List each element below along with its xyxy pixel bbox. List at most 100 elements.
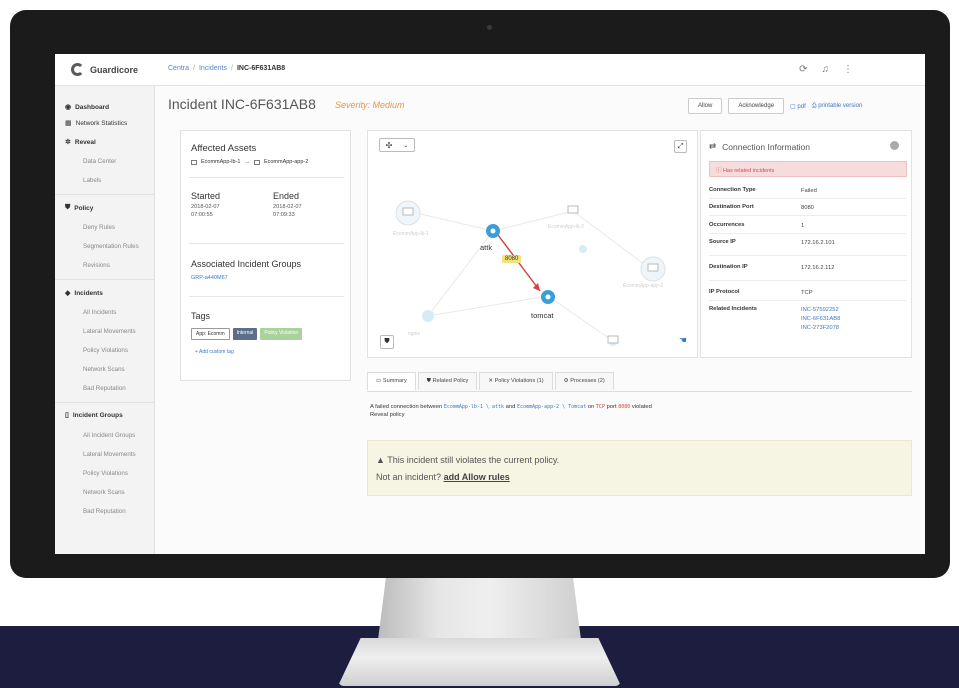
sidebar-item-group-policy-violations[interactable]: Policy Violations bbox=[83, 470, 128, 477]
add-custom-tag-link[interactable]: + Add custom tag bbox=[195, 349, 234, 355]
screen: Guardicore Centra / Incidents / INC-6F63… bbox=[55, 54, 925, 554]
source-asset[interactable]: EcommApp-lb-1 bbox=[201, 159, 240, 165]
tab-policy-violations[interactable]: ✕ Policy Violations (1) bbox=[479, 372, 553, 390]
related-incident-link[interactable]: INC-57592252 bbox=[801, 306, 839, 314]
summary-source[interactable]: EcommApp-lb-1 \ attk bbox=[444, 404, 504, 410]
sidebar-item-network-statistics[interactable]: ▦ Network Statistics bbox=[65, 119, 127, 128]
sidebar-item-policy-violations[interactable]: Policy Violations bbox=[83, 347, 128, 354]
guardicore-logo-icon bbox=[71, 63, 84, 76]
monitor-icon bbox=[253, 159, 260, 165]
related-incidents-alert: ⓘ Has related incidents bbox=[709, 161, 907, 177]
brand-name: Guardicore bbox=[90, 64, 139, 75]
ended-date: 2018-02-07 bbox=[273, 204, 302, 210]
tags-list: App: Ecomm Internal Policy Violation bbox=[191, 328, 303, 340]
sidebar-item-all-incident-groups[interactable]: All Incident Groups bbox=[83, 432, 135, 439]
incident-group-link[interactable]: GRP-a440M67 bbox=[191, 275, 228, 281]
tab-processes[interactable]: ⚙ Processes (2) bbox=[554, 372, 614, 390]
started-date: 2018-02-07 bbox=[191, 204, 220, 210]
dashboard-icon: ◉ bbox=[65, 104, 72, 111]
expand-graph-button[interactable]: ⤢ bbox=[674, 140, 687, 153]
sidebar-item-incidents[interactable]: ◆ Incidents bbox=[65, 289, 103, 298]
asset-flow: EcommApp-lb-1 → EcommApp-app-2 bbox=[191, 159, 308, 165]
arrow-right-icon: → bbox=[244, 159, 250, 165]
allow-button[interactable]: Allow bbox=[688, 98, 723, 114]
graph-node-attk[interactable]: attk bbox=[480, 243, 492, 252]
printable-version-button[interactable]: ⎙ printable version bbox=[812, 103, 863, 110]
sidebar-item-bad-reputation[interactable]: Bad Reputation bbox=[83, 385, 126, 392]
connection-graph[interactable]: ✣ ⌄ ⤢ attk 8080 tomcat EcommApp-lb-1 Eco… bbox=[367, 130, 698, 358]
pdf-button[interactable]: ▢ pdf bbox=[790, 103, 806, 110]
affected-assets-panel: Affected Assets EcommApp-lb-1 → EcommApp… bbox=[180, 130, 351, 381]
policy-overlay-button[interactable]: ⛊ bbox=[380, 335, 394, 349]
sidebar-item-data-center[interactable]: Data Center bbox=[83, 158, 116, 165]
acknowledge-button[interactable]: Acknowledge bbox=[728, 98, 785, 114]
chevron-down-icon: ⌄ bbox=[403, 142, 409, 149]
sidebar-item-group-bad-reputation[interactable]: Bad Reputation bbox=[83, 508, 126, 515]
graph-node-tomcat[interactable]: tomcat bbox=[531, 311, 554, 320]
bell-icon[interactable]: ♫ bbox=[822, 64, 830, 75]
shield-icon: ⛊ bbox=[384, 338, 390, 345]
started-label: Started bbox=[191, 191, 221, 201]
sidebar-item-incident-groups[interactable]: ▯ Incident Groups bbox=[65, 411, 123, 420]
graph-canvas bbox=[395, 200, 666, 346]
breadcrumb-current: INC-6F631AB8 bbox=[236, 65, 286, 72]
chart-icon: ▦ bbox=[65, 120, 72, 127]
summary-icon: ▭ bbox=[376, 378, 382, 384]
sidebar: ◉ Dashboard ▦ Network Statistics ✲ Revea… bbox=[55, 86, 155, 554]
monitor-stand-neck bbox=[378, 576, 581, 640]
policy-warning-box: ▲ This incident still violates the curre… bbox=[367, 440, 912, 496]
related-incident-link[interactable]: INC-6F631AB8 bbox=[801, 315, 840, 323]
sidebar-item-dashboard[interactable]: ◉ Dashboard bbox=[65, 103, 109, 112]
graph-node-faded: EcommApp-lb-1 bbox=[393, 231, 429, 237]
related-incident-link[interactable]: INC-273F2078 bbox=[801, 324, 839, 332]
tab-summary[interactable]: ▭ Summary bbox=[367, 372, 416, 390]
graph-port-label: 8080 bbox=[502, 255, 522, 263]
sidebar-item-all-incidents[interactable]: All Incidents bbox=[83, 309, 116, 316]
header-actions: ⟳ ♫ ⋮ bbox=[799, 64, 853, 75]
ended-label: Ended bbox=[273, 191, 300, 201]
destination-asset[interactable]: EcommApp-app-2 bbox=[264, 159, 308, 165]
breadcrumb-root[interactable]: Centra bbox=[168, 65, 189, 72]
swap-arrows-icon: ⇄ bbox=[709, 141, 717, 151]
shield-icon: ⛊ bbox=[65, 204, 71, 211]
diamond-icon: ◆ bbox=[65, 290, 71, 297]
sidebar-item-lateral-movements[interactable]: Lateral Movements bbox=[83, 328, 136, 335]
page-title: Incident INC-6F631AB8 bbox=[168, 96, 316, 112]
folder-icon: ▯ bbox=[65, 412, 69, 419]
sidebar-item-revisions[interactable]: Revisions bbox=[83, 262, 110, 269]
sidebar-item-policy[interactable]: ⛊ Policy bbox=[65, 204, 93, 212]
info-icon[interactable] bbox=[890, 141, 899, 150]
add-allow-rules-link[interactable]: add Allow rules bbox=[444, 472, 510, 482]
tag-policy-violation[interactable]: Policy Violation bbox=[260, 328, 303, 340]
graph-layout-dropdown[interactable]: ✣ ⌄ bbox=[379, 138, 415, 152]
summary-destination[interactable]: EcommApp-app-2 \ Tomcat bbox=[517, 404, 586, 410]
brand-logo[interactable]: Guardicore bbox=[71, 63, 138, 76]
sidebar-item-network-scans[interactable]: Network Scans bbox=[83, 366, 125, 373]
pan-tool-icon[interactable]: ☚ bbox=[679, 335, 687, 346]
monitor-icon bbox=[191, 159, 197, 165]
top-header: Guardicore Centra / Incidents / INC-6F63… bbox=[55, 54, 925, 86]
monitor-frame: Guardicore Centra / Incidents / INC-6F63… bbox=[10, 10, 950, 578]
summary-port: 8080 bbox=[618, 404, 631, 410]
warning-question: Not an incident? add Allow rules bbox=[376, 472, 510, 482]
breadcrumb-section[interactable]: Incidents bbox=[199, 65, 227, 72]
sidebar-item-group-network-scans[interactable]: Network Scans bbox=[83, 489, 125, 496]
severity-label: Severity: Medium bbox=[335, 100, 405, 110]
incident-summary: A failed connection between EcommApp-lb-… bbox=[370, 404, 652, 418]
sidebar-item-segmentation-rules[interactable]: Segmentation Rules bbox=[83, 243, 139, 250]
detail-tabs: ▭ Summary ⛊ Related Policy ✕ Policy Viol… bbox=[367, 372, 614, 390]
tab-related-policy[interactable]: ⛊ Related Policy bbox=[417, 372, 478, 390]
associated-groups-label: Associated Incident Groups bbox=[191, 259, 302, 269]
sidebar-item-deny-rules[interactable]: Deny Rules bbox=[83, 224, 115, 231]
reveal-icon: ✲ bbox=[65, 139, 71, 146]
tag-app[interactable]: App: Ecomm bbox=[191, 328, 230, 340]
sidebar-item-labels[interactable]: Labels bbox=[83, 177, 101, 184]
sidebar-item-group-lateral-movements[interactable]: Lateral Movements bbox=[83, 451, 136, 458]
ended-time: 07:09:33 bbox=[273, 212, 295, 218]
graph-node-faded: EcommApp-lb-2 bbox=[548, 224, 584, 230]
user-menu-icon[interactable]: ⋮ bbox=[843, 64, 853, 75]
graph-node-faded: EcommApp-app-2 bbox=[623, 283, 664, 289]
refresh-icon[interactable]: ⟳ bbox=[799, 64, 807, 75]
tag-internal[interactable]: Internal bbox=[232, 328, 258, 340]
sidebar-item-reveal[interactable]: ✲ Reveal bbox=[65, 138, 96, 147]
